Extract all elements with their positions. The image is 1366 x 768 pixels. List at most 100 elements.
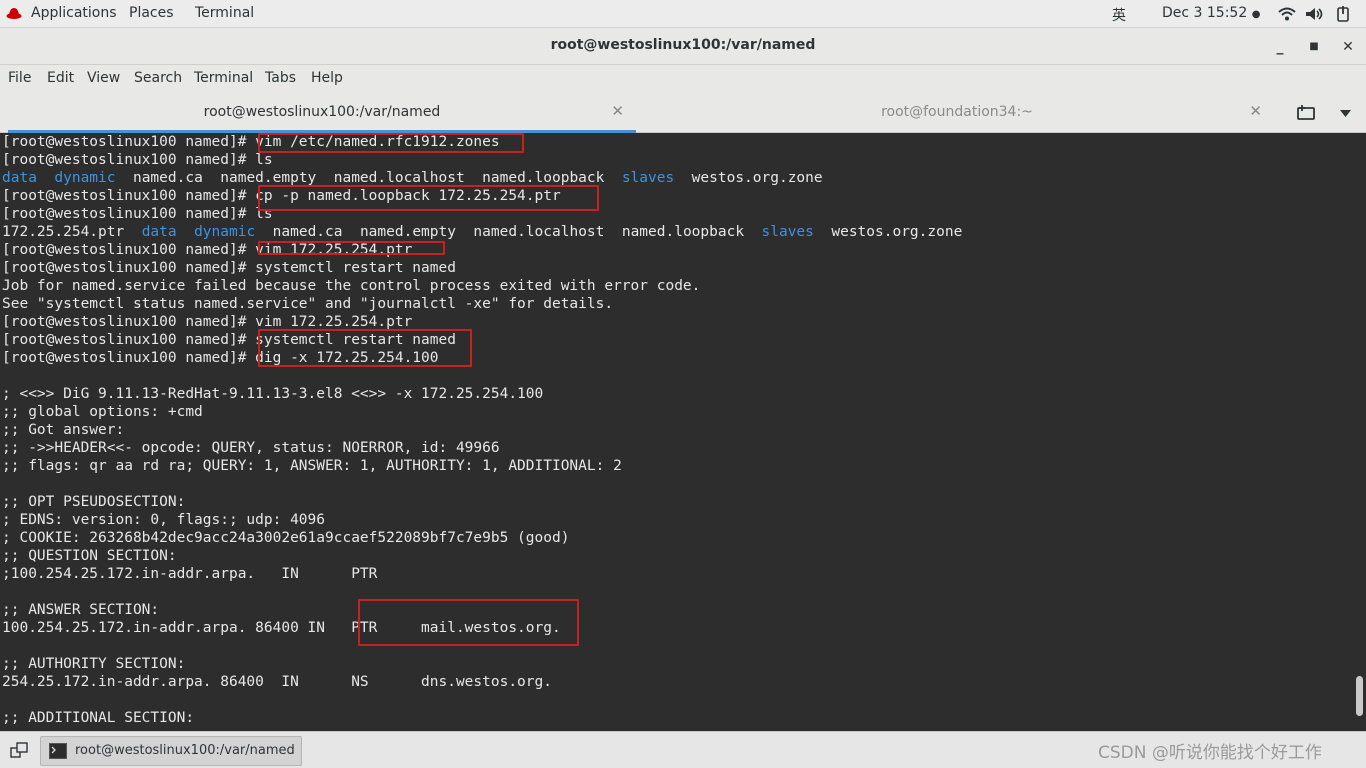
notification-dot-icon: ● xyxy=(1251,9,1261,20)
tab-bar: root@westoslinux100:/var/named ✕ root@fo… xyxy=(0,92,1366,133)
menu-search[interactable]: Search xyxy=(134,70,182,86)
terminal-text: Job for named.service failed because the… xyxy=(2,278,701,294)
terminal-text: ; COOKIE: 263268b42dec9acc24a3002e61a9cc… xyxy=(2,530,570,546)
watermark: CSDN @听说你能找个好工作 xyxy=(1098,743,1322,763)
terminal-line: ;; global options: +cmd xyxy=(2,403,203,421)
terminal-line: ;; ADDITIONAL SECTION: xyxy=(2,709,194,727)
menu-help[interactable]: Help xyxy=(311,70,343,86)
datetime-label: Dec 3 15:52 xyxy=(1162,5,1248,21)
power-icon[interactable] xyxy=(1337,6,1349,22)
maximize-button[interactable]: ■ xyxy=(1303,36,1325,58)
bottom-taskbar: root@westoslinux100:/var/named CSDN @听说你… xyxy=(0,731,1366,768)
terminal-text: [root@westoslinux100 named]# systemctl r… xyxy=(2,260,456,276)
terminal-line: ;; flags: qr aa rd ra; QUERY: 1, ANSWER:… xyxy=(2,457,622,475)
tab-close-icon[interactable]: ✕ xyxy=(1249,102,1262,120)
terminal-line: ; EDNS: version: 0, flags:; udp: 4096 xyxy=(2,511,325,529)
terminal-text: [root@westoslinux100 named]# vim 172.25.… xyxy=(2,314,413,330)
menu-edit[interactable]: Edit xyxy=(47,70,74,86)
terminal-text: westos.org.zone xyxy=(813,224,963,240)
terminal-text: named.ca named.empty named.localhost nam… xyxy=(255,224,762,240)
tab-westoslinux100[interactable]: root@westoslinux100:/var/named ✕ xyxy=(8,92,636,133)
terminal-line: ; <<>> DiG 9.11.13-RedHat-9.11.13-3.el8 … xyxy=(2,385,543,403)
terminal-line: ;; AUTHORITY SECTION: xyxy=(2,655,185,673)
terminal-line: ;; ->>HEADER<<- opcode: QUERY, status: N… xyxy=(2,439,500,457)
highlight-box-vim-ptr xyxy=(258,241,445,255)
terminal-line: [root@westoslinux100 named]# systemctl r… xyxy=(2,259,456,277)
terminal-line: 172.25.254.ptr data dynamic named.ca nam… xyxy=(2,223,962,241)
terminal-line: ; COOKIE: 263268b42dec9acc24a3002e61a9cc… xyxy=(2,529,569,547)
terminal-text: ;; flags: qr aa rd ra; QUERY: 1, ANSWER:… xyxy=(2,458,622,474)
directory-name: slaves xyxy=(621,170,675,186)
terminal-text: ;; QUESTION SECTION: xyxy=(2,548,177,564)
terminal-app-menu[interactable]: Terminal xyxy=(195,5,254,21)
places-menu[interactable]: Places xyxy=(129,5,174,21)
menu-view[interactable]: View xyxy=(87,70,120,86)
chevron-down-icon[interactable] xyxy=(1340,110,1351,117)
volume-icon[interactable] xyxy=(1305,7,1325,21)
highlight-box-restart-dig xyxy=(258,329,472,367)
terminal-icon xyxy=(49,743,67,759)
tab-label: root@westoslinux100:/var/named xyxy=(203,104,441,120)
directory-name: slaves xyxy=(761,224,814,240)
terminal-text: [root@westoslinux100 named]# ls xyxy=(2,206,273,222)
terminal-text: ;; Got answer: xyxy=(2,422,125,438)
terminal-line: ;100.254.25.172.in-addr.arpa. IN PTR xyxy=(2,565,377,583)
terminal-text: ; EDNS: version: 0, flags:; udp: 4096 xyxy=(2,512,326,528)
terminal-output[interactable]: [root@westoslinux100 named]# vim /etc/na… xyxy=(0,133,1366,731)
terminal-text: See "systemctl status named.service" and… xyxy=(2,296,614,312)
directory-name: data xyxy=(2,170,37,186)
directory-name: data xyxy=(141,224,177,240)
highlight-box-vim-zones xyxy=(258,133,524,153)
input-method-indicator[interactable]: 英 xyxy=(1112,5,1126,25)
wifi-icon[interactable] xyxy=(1278,7,1296,21)
terminal-line: ;; QUESTION SECTION: xyxy=(2,547,177,565)
clock[interactable]: Dec 3 15:52 ● xyxy=(1162,5,1260,21)
new-tab-icon[interactable] xyxy=(1297,105,1315,121)
terminal-line: 254.25.172.in-addr.arpa. 86400 IN NS dns… xyxy=(2,673,552,691)
terminal-line: ;; ANSWER SECTION: xyxy=(2,601,159,619)
taskbar-window-label: root@westoslinux100:/var/named xyxy=(75,743,295,758)
menu-bar: File Edit View Search Terminal Tabs Help xyxy=(0,65,1366,92)
terminal-text: ;; ANSWER SECTION: xyxy=(2,602,160,618)
tab-label: root@foundation34:~ xyxy=(881,104,1033,120)
directory-name: dynamic xyxy=(194,224,256,240)
window-titlebar[interactable]: root@westoslinux100:/var/named _ ■ ✕ xyxy=(0,28,1366,65)
taskbar-window-button[interactable]: root@westoslinux100:/var/named xyxy=(40,736,302,766)
tab-close-icon[interactable]: ✕ xyxy=(611,102,624,120)
terminal-text: ;; AUTHORITY SECTION: xyxy=(2,656,186,672)
menu-tabs[interactable]: Tabs xyxy=(265,70,296,86)
minimize-button[interactable]: _ xyxy=(1269,36,1291,58)
terminal-text: westos.org.zone xyxy=(674,170,823,186)
terminal-text: ;; ->>HEADER<<- opcode: QUERY, status: N… xyxy=(2,440,500,456)
terminal-text: ;100.254.25.172.in-addr.arpa. IN PTR xyxy=(2,566,378,582)
terminal-text: ; <<>> DiG 9.11.13-RedHat-9.11.13-3.el8 … xyxy=(2,386,544,402)
terminal-text: ;; OPT PSEUDOSECTION: xyxy=(2,494,186,510)
applications-menu[interactable]: Applications xyxy=(31,5,117,21)
tab-foundation34[interactable]: root@foundation34:~ ✕ xyxy=(640,92,1274,133)
terminal-line: ;; Got answer: xyxy=(2,421,124,439)
terminal-text: ;; ADDITIONAL SECTION: xyxy=(2,710,195,726)
terminal-text: ;; global options: +cmd xyxy=(2,404,203,420)
menu-file[interactable]: File xyxy=(8,70,31,86)
terminal-line: Job for named.service failed because the… xyxy=(2,277,700,295)
terminal-line: [root@westoslinux100 named]# ls xyxy=(2,151,273,169)
top-panel: Applications Places Terminal 英 Dec 3 15:… xyxy=(0,0,1366,28)
highlight-box-cp xyxy=(258,185,599,211)
terminal-text: 254.25.172.in-addr.arpa. 86400 IN NS dns… xyxy=(2,674,552,690)
redhat-logo-icon[interactable] xyxy=(6,6,22,20)
show-desktop-icon[interactable] xyxy=(10,742,28,758)
terminal-line: See "systemctl status named.service" and… xyxy=(2,295,613,313)
window-title: root@westoslinux100:/var/named xyxy=(550,37,816,53)
terminal-text: 172.25.254.ptr xyxy=(2,224,142,240)
menu-terminal[interactable]: Terminal xyxy=(194,70,253,86)
terminal-line: ;; OPT PSEUDOSECTION: xyxy=(2,493,185,511)
terminal-text: [root@westoslinux100 named]# ls xyxy=(2,152,273,168)
highlight-box-ptr-answer xyxy=(358,599,579,646)
terminal-text: named.ca named.empty named.localhost nam… xyxy=(115,170,622,186)
terminal-line: [root@westoslinux100 named]# ls xyxy=(2,205,273,223)
directory-name: dynamic xyxy=(54,170,116,186)
scrollbar-thumb[interactable] xyxy=(1356,676,1363,716)
close-button[interactable]: ✕ xyxy=(1337,36,1359,58)
